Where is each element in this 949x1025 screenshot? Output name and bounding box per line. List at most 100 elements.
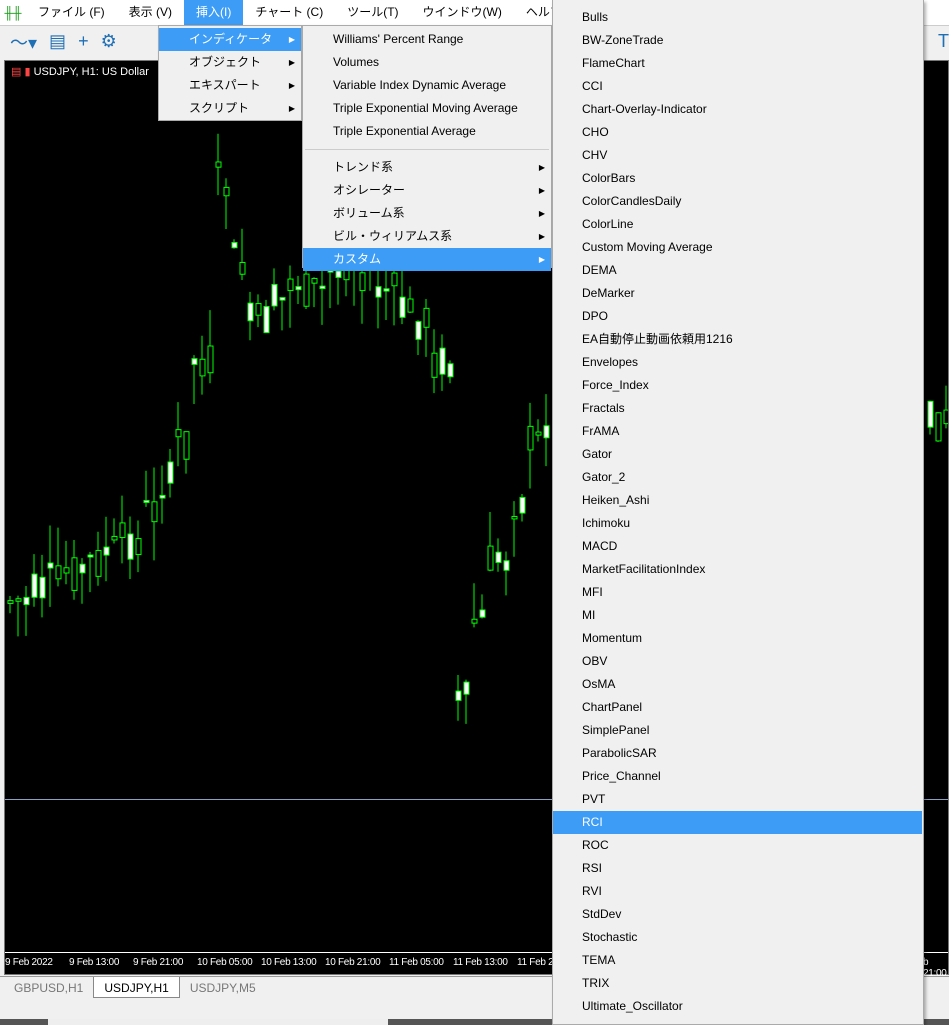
custom-indicator-item[interactable]: Custom Moving Average (553, 236, 922, 259)
time-label: 11 Feb 13:00 (453, 957, 508, 968)
candle-body (63, 567, 70, 574)
menu-item-label: ボリューム系 (333, 206, 405, 220)
custom-indicator-item[interactable]: OBV (553, 650, 922, 673)
candle-body (247, 302, 254, 322)
custom-indicator-item[interactable]: CHO (553, 121, 922, 144)
custom-indicator-item[interactable]: RVI (553, 880, 922, 903)
menu-4[interactable]: ツール(T) (335, 0, 410, 25)
tab-usdjpym5[interactable]: USDJPY,M5 (180, 977, 266, 998)
custom-indicator-item[interactable]: Gator (553, 443, 922, 466)
custom-indicator-item[interactable]: TEMA (553, 949, 922, 972)
menu-5[interactable]: ウインドウ(W) (411, 0, 514, 25)
indicator-item[interactable]: Volumes (303, 51, 551, 74)
indicator-group-4[interactable]: カスタム ▶ (303, 248, 551, 271)
insert-item-3[interactable]: スクリプト ▶ (159, 97, 301, 120)
insert-item-0[interactable]: インディケータ ▶ (159, 28, 301, 51)
scrollbar[interactable] (48, 1019, 388, 1025)
menu-2[interactable]: 挿入(I) (184, 0, 244, 25)
candle-body (439, 347, 446, 375)
indicator-item[interactable]: Variable Index Dynamic Average (303, 74, 551, 97)
tab-gbpusdh1[interactable]: GBPUSD,H1 (4, 977, 93, 998)
chevron-right-icon: ▶ (288, 35, 295, 44)
custom-indicator-item[interactable]: SimplePanel (553, 719, 922, 742)
indicator-group-3[interactable]: ビル・ウィリアムス系 ▶ (303, 225, 551, 248)
custom-indicator-item[interactable]: MACD (553, 535, 922, 558)
menu-item-label: MACD (582, 539, 618, 553)
custom-indicator-item[interactable]: Bulls (553, 6, 922, 29)
indicator-add-icon[interactable]: + (78, 31, 89, 52)
custom-indicator-item[interactable]: MFI (553, 581, 922, 604)
indicator-group-2[interactable]: ボリューム系 ▶ (303, 202, 551, 225)
custom-indicator-item[interactable]: Envelopes (553, 351, 922, 374)
custom-indicator-item[interactable]: Stochastic (553, 926, 922, 949)
gear-icon[interactable]: ⚙ (101, 31, 117, 52)
custom-indicator-item[interactable]: DPO (553, 305, 922, 328)
candle-body (359, 272, 366, 292)
candle-body (303, 273, 310, 307)
custom-indicator-item[interactable]: Gator_2 (553, 466, 922, 489)
indicator-group-0[interactable]: トレンド系 ▶ (303, 156, 551, 179)
menu-item-label: DPO (582, 309, 609, 323)
custom-indicator-item[interactable]: PVT (553, 788, 922, 811)
custom-indicator-item[interactable]: Ichimoku (553, 512, 922, 535)
time-label: 9 Feb 2022 (5, 957, 53, 968)
tab-usdjpyh1[interactable]: USDJPY,H1 (93, 977, 180, 998)
custom-indicator-item[interactable]: TRIX (553, 972, 922, 995)
custom-indicator-item[interactable]: ColorLine (553, 213, 922, 236)
candle-body (151, 501, 158, 523)
indicator-item[interactable]: Triple Exponential Average (303, 120, 551, 143)
custom-indicator-item[interactable]: ROC (553, 834, 922, 857)
custom-indicator-item[interactable]: ChartPanel (553, 696, 922, 719)
custom-indicator-item[interactable]: DEMA (553, 259, 922, 282)
chevron-right-icon: ▶ (288, 81, 295, 90)
custom-indicator-item[interactable]: OsMA (553, 673, 922, 696)
custom-indicator-item[interactable]: CHV (553, 144, 922, 167)
custom-indicator-item[interactable]: FlameChart (553, 52, 922, 75)
indicator-item[interactable]: Triple Exponential Moving Average (303, 97, 551, 120)
custom-indicator-item[interactable]: RCI (553, 811, 922, 834)
custom-indicator-item[interactable]: StdDev (553, 903, 922, 926)
custom-indicator-item[interactable]: Price_Channel (553, 765, 922, 788)
candle-body (39, 576, 46, 599)
menu-3[interactable]: チャート (C) (243, 0, 335, 25)
time-label: 10 Feb 05:00 (197, 957, 253, 968)
custom-indicator-item[interactable]: ColorCandlesDaily (553, 190, 922, 213)
separator (305, 149, 549, 150)
menu-1[interactable]: 表示 (V) (117, 0, 184, 25)
insert-item-1[interactable]: オブジェクト ▶ (159, 51, 301, 74)
candle-body (935, 412, 942, 442)
custom-indicator-item[interactable]: Fractals (553, 397, 922, 420)
template-icon[interactable]: ▤ (49, 31, 66, 52)
custom-indicator-item[interactable]: Force_Index (553, 374, 922, 397)
custom-indicator-item[interactable]: EA自動停止動画依頼用1216 (553, 328, 922, 351)
custom-indicator-item[interactable]: MI (553, 604, 922, 627)
menu-item-label: TRIX (582, 976, 610, 990)
menu-0[interactable]: ファイル (F) (26, 0, 117, 25)
text-tool-icon[interactable]: T (938, 31, 949, 52)
indicator-group-1[interactable]: オシレーター ▶ (303, 179, 551, 202)
candle-body (71, 557, 78, 591)
menu-item-label: RSI (582, 861, 603, 875)
custom-indicator-item[interactable]: Chart-Overlay-Indicator (553, 98, 922, 121)
menu-item-label: エキスパート (189, 78, 261, 92)
custom-indicator-item[interactable]: MarketFacilitationIndex (553, 558, 922, 581)
custom-indicator-item[interactable]: CCI (553, 75, 922, 98)
custom-indicator-item[interactable]: ColorBars (553, 167, 922, 190)
candle-body (927, 400, 934, 428)
custom-indicator-item[interactable]: FrAMA (553, 420, 922, 443)
custom-indicator-item[interactable]: RSI (553, 857, 922, 880)
line-chart-dropdown-icon[interactable]: 〜▾ (10, 29, 37, 55)
candle-body (319, 285, 326, 290)
menu-item-label: BW-ZoneTrade (582, 33, 664, 47)
custom-indicator-item[interactable]: ParabolicSAR (553, 742, 922, 765)
candle-body (487, 545, 494, 571)
custom-indicator-item[interactable]: BW-ZoneTrade (553, 29, 922, 52)
custom-indicator-item[interactable]: Heiken_Ashi (553, 489, 922, 512)
candle-body (127, 533, 134, 560)
insert-item-2[interactable]: エキスパート ▶ (159, 74, 301, 97)
custom-indicator-item[interactable]: Momentum (553, 627, 922, 650)
custom-indicator-item[interactable]: DeMarker (553, 282, 922, 305)
indicator-item[interactable]: Williams' Percent Range (303, 28, 551, 51)
candle-body (31, 573, 38, 598)
custom-indicator-item[interactable]: Ultimate_Oscillator (553, 995, 922, 1018)
